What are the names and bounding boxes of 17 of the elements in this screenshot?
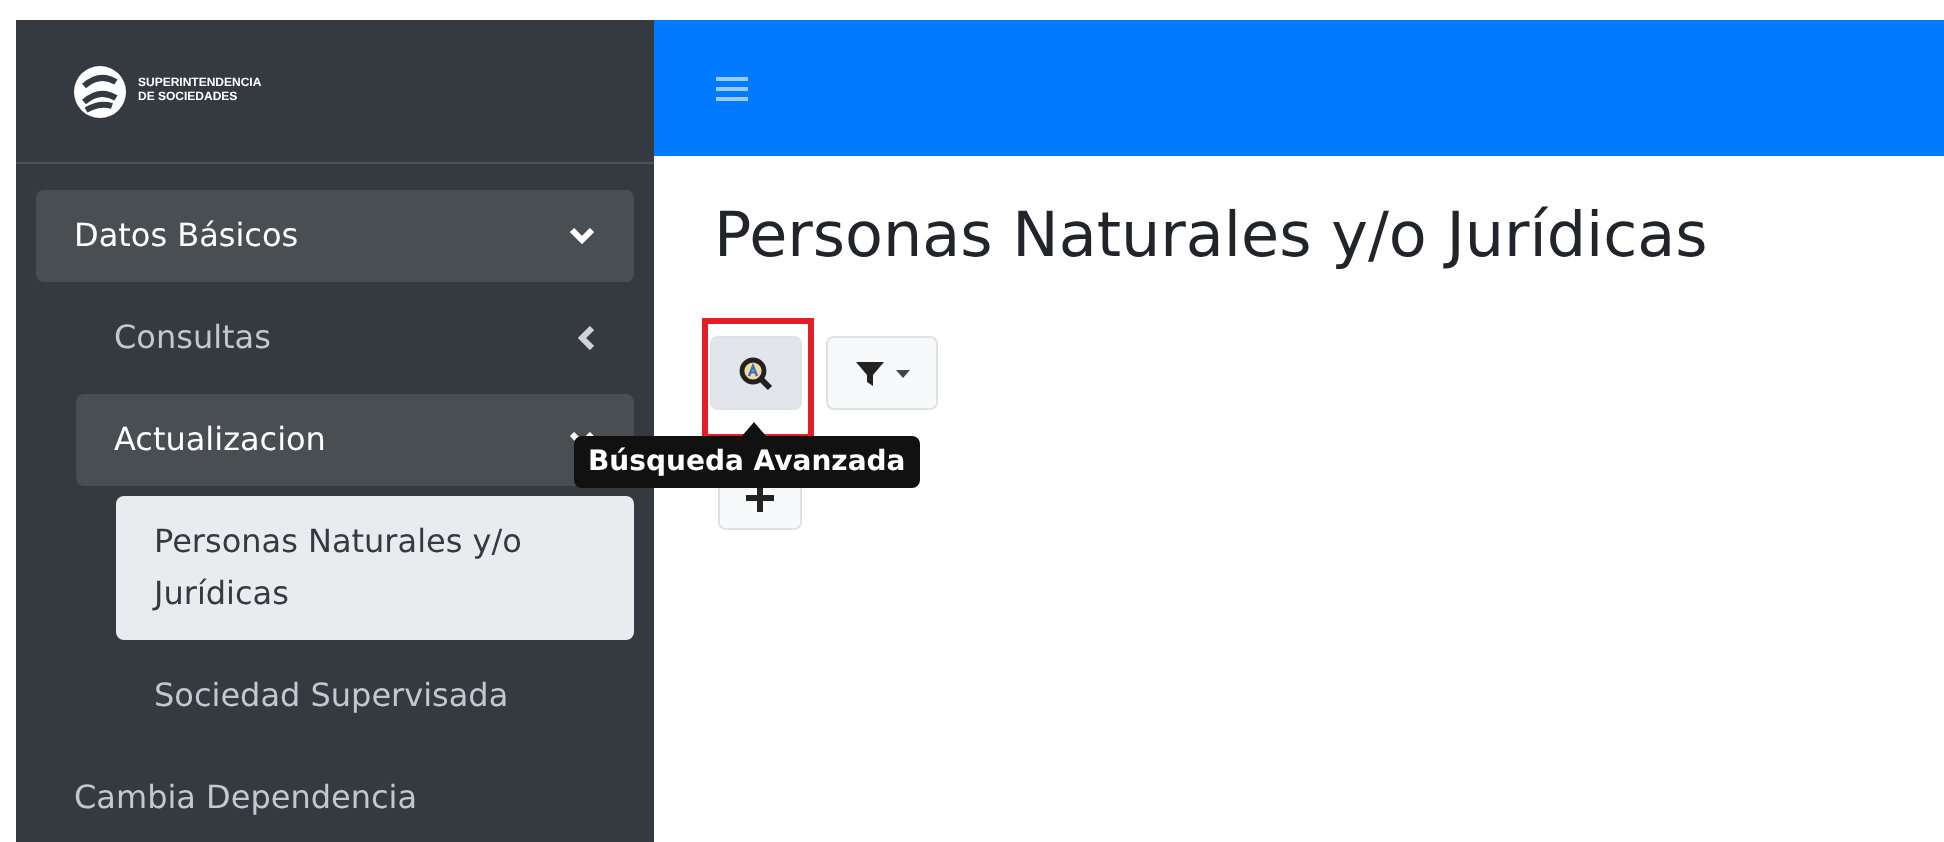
- sidebar-item[interactable]: Consultas: [76, 292, 634, 384]
- tooltip: Búsqueda Avanzada: [574, 422, 920, 488]
- caret-icon: [895, 369, 909, 377]
- page-title: Personas Naturales y/o Jurídicas: [714, 198, 1710, 276]
- sidebar-item[interactable]: Cambia Dependencia: [36, 752, 634, 842]
- sidebar-item[interactable]: Personas Naturales y/o Jurídicas: [116, 496, 634, 640]
- sidebar-item[interactable]: Sociedad Supervisada: [116, 650, 634, 742]
- chevron-left-icon: [578, 326, 594, 350]
- plus-icon: [744, 482, 776, 514]
- chevron-down-icon: [570, 228, 594, 244]
- search-button[interactable]: [710, 336, 802, 410]
- filter-button[interactable]: [826, 336, 938, 410]
- logo-icon: [72, 63, 128, 119]
- sidebar-item[interactable]: Datos Básicos: [36, 190, 634, 282]
- tooltip-arrow: [742, 422, 766, 436]
- search-icon: [738, 355, 774, 391]
- filter-icon: [855, 359, 883, 387]
